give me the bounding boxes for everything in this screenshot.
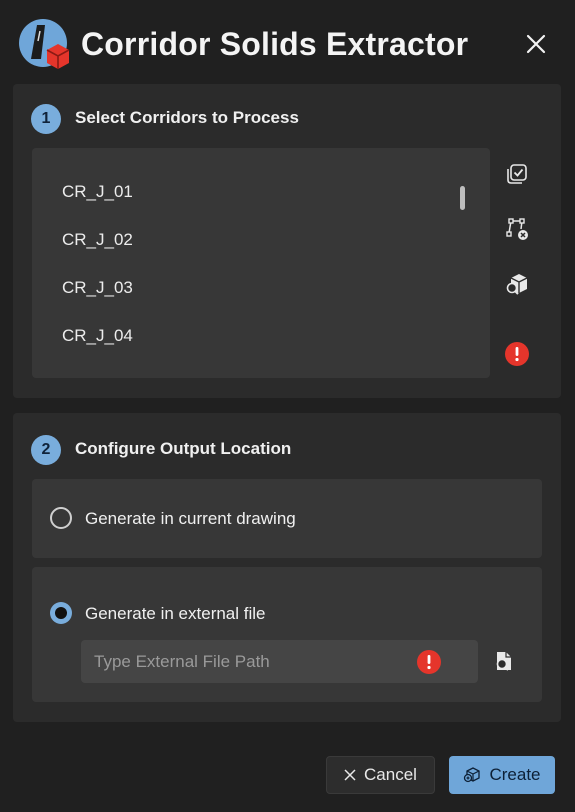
option-external-file-label[interactable]: Generate in external file bbox=[85, 604, 266, 624]
select-all-button[interactable] bbox=[503, 160, 531, 188]
step-2-badge: 2 bbox=[31, 435, 61, 465]
inspect-solids-button[interactable] bbox=[503, 270, 531, 298]
error-icon bbox=[505, 342, 529, 366]
list-item[interactable]: CR_J_03 bbox=[62, 276, 133, 300]
list-item[interactable]: CR_J_02 bbox=[62, 228, 133, 252]
select-in-drawing-button[interactable] bbox=[503, 215, 531, 243]
close-button[interactable] bbox=[520, 28, 552, 60]
close-icon bbox=[526, 34, 546, 54]
browse-file-icon bbox=[496, 652, 511, 671]
step-2-title: Configure Output Location bbox=[75, 439, 292, 458]
radio-current-drawing[interactable] bbox=[50, 507, 72, 529]
browse-file-button[interactable] bbox=[490, 648, 518, 676]
list-item[interactable]: CR_J_04 bbox=[62, 324, 133, 348]
corridor-road-cube-icon bbox=[19, 19, 70, 69]
list-scrollbar[interactable] bbox=[460, 186, 465, 210]
app-title: Corridor Solids Extractor bbox=[81, 26, 469, 62]
path-error-icon bbox=[417, 650, 441, 674]
radio-external-file[interactable] bbox=[50, 602, 72, 624]
select-in-drawing-icon bbox=[506, 218, 528, 240]
step-1-title: Select Corridors to Process bbox=[75, 108, 299, 127]
list-item[interactable]: CR_J_01 bbox=[62, 180, 133, 204]
select-all-icon bbox=[507, 164, 527, 184]
cancel-button-label: Cancel bbox=[364, 765, 417, 784]
create-solids-icon bbox=[464, 767, 481, 783]
step-1-badge: 1 bbox=[31, 104, 61, 134]
cancel-button[interactable]: Cancel bbox=[326, 756, 435, 794]
create-button-label: Create bbox=[489, 765, 541, 784]
corridor-list[interactable]: CR_J_01 CR_J_02 CR_J_03 CR_J_04 bbox=[32, 148, 490, 378]
title-bar: Corridor Solids Extractor bbox=[0, 0, 575, 84]
inspect-solids-icon bbox=[506, 274, 528, 295]
create-button[interactable]: Create bbox=[449, 756, 555, 794]
option-current-drawing-label[interactable]: Generate in current drawing bbox=[85, 509, 296, 529]
close-icon bbox=[344, 769, 356, 781]
